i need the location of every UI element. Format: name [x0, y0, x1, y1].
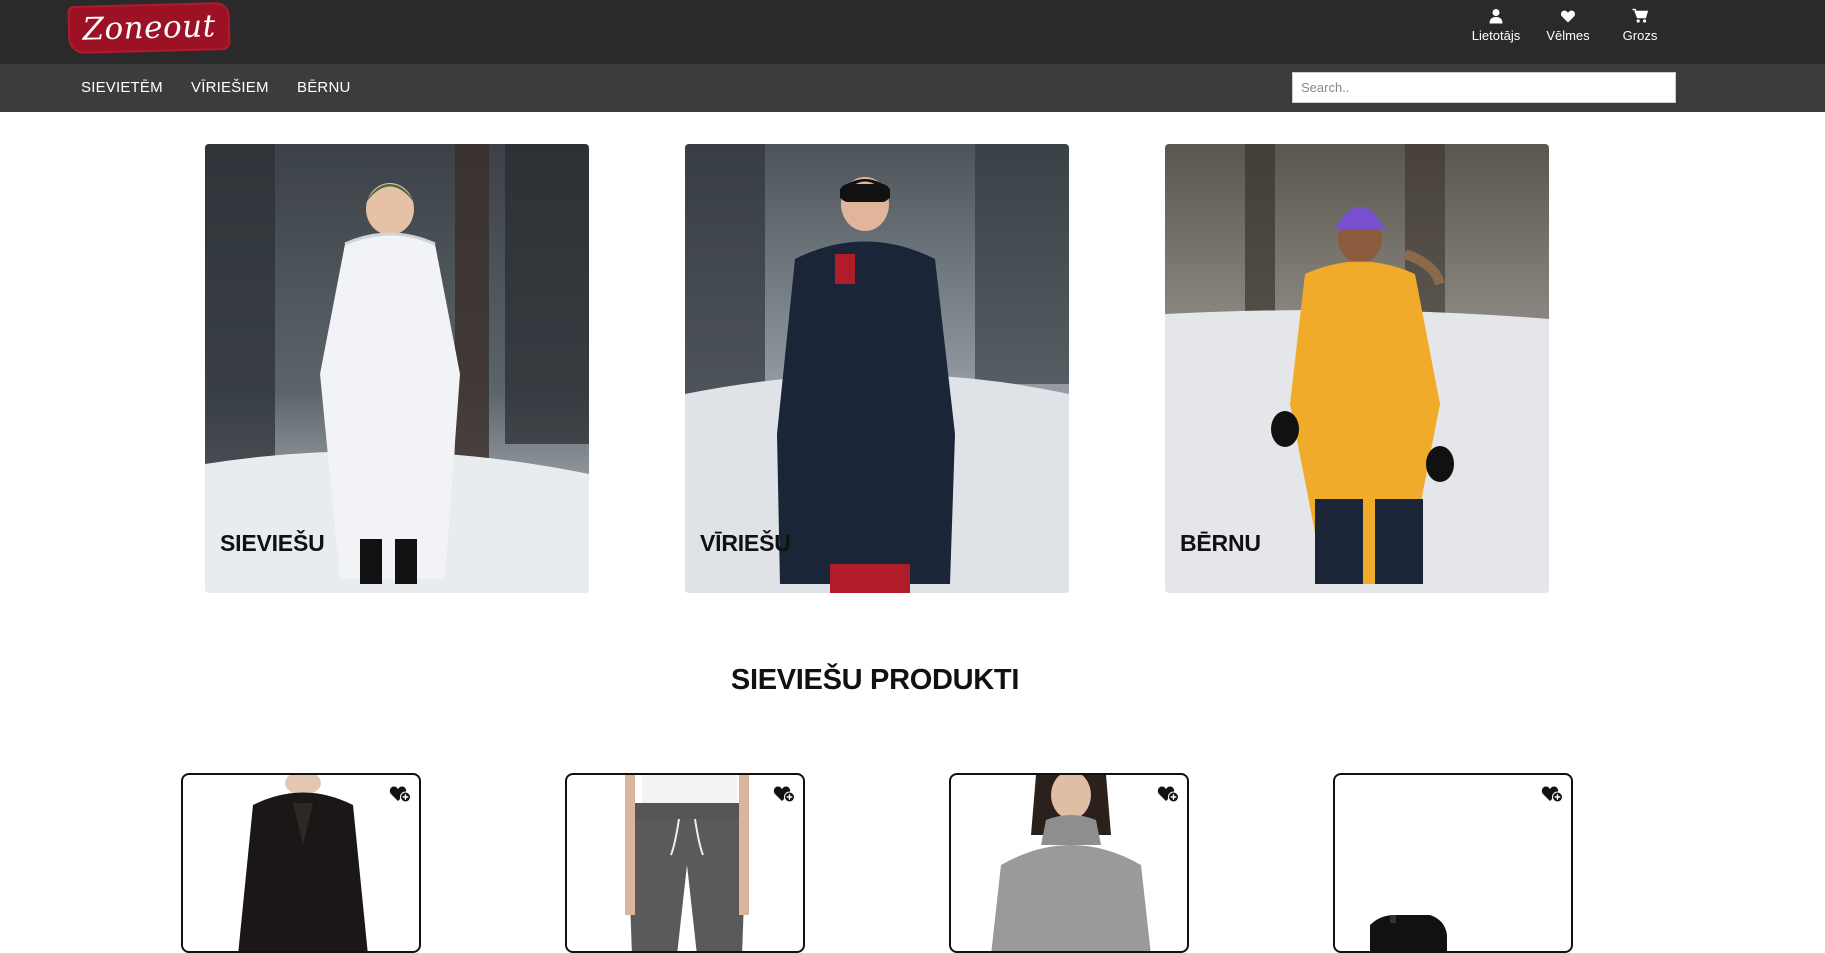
nav-item-kids[interactable]: BĒRNU — [297, 79, 351, 96]
product-card[interactable] — [949, 773, 1189, 953]
user-icon — [1489, 9, 1503, 24]
category-card-men[interactable]: VĪRIEŠU — [685, 144, 1069, 593]
search-input[interactable] — [1292, 72, 1676, 103]
top-bar: Zoneout Lietotājs Vēlmes Grozs — [0, 0, 1825, 64]
wishlist-add-icon[interactable] — [389, 783, 411, 803]
category-label-kids: BĒRNU — [1180, 530, 1261, 556]
wishlist-add-icon[interactable] — [773, 783, 795, 803]
cart-button[interactable]: Grozs — [1605, 8, 1675, 43]
cart-icon — [1632, 8, 1648, 23]
heart-icon — [1560, 10, 1576, 23]
product-card[interactable] — [181, 773, 421, 953]
nav-item-women[interactable]: SIEVIETĒM — [81, 79, 163, 96]
zoneout-logo[interactable]: Zoneout — [67, 1, 231, 55]
user-account-button[interactable]: Lietotājs — [1461, 8, 1531, 43]
product-card[interactable] — [1333, 773, 1573, 953]
nav-item-men[interactable]: VĪRIEŠIEM — [191, 79, 269, 96]
product-image-coat — [238, 775, 368, 951]
product-image-sweater — [991, 775, 1151, 951]
wishlist-button[interactable]: Vēlmes — [1533, 8, 1603, 43]
category-card-women[interactable]: SIEVIEŠU — [205, 144, 589, 593]
user-account-label: Lietotājs — [1471, 28, 1521, 43]
women-category-photo — [205, 144, 589, 593]
wishlist-add-icon[interactable] — [1157, 783, 1179, 803]
wishlist-add-icon[interactable] — [1541, 783, 1563, 803]
product-card[interactable] — [565, 773, 805, 953]
product-image-joggers — [625, 775, 749, 951]
cart-label: Grozs — [1622, 28, 1658, 43]
category-label-women: SIEVIEŠU — [220, 530, 325, 556]
category-card-kids[interactable]: BĒRNU — [1165, 144, 1549, 593]
wishlist-label: Vēlmes — [1546, 28, 1590, 43]
product-image-boots — [1370, 915, 1447, 951]
kids-category-photo — [1165, 144, 1549, 593]
category-label-men: VĪRIEŠU — [700, 530, 791, 556]
section-title: SIEVIEŠU PRODUKTI — [730, 664, 1020, 696]
logo-text: Zoneout — [81, 8, 216, 48]
men-category-photo — [685, 144, 1069, 593]
